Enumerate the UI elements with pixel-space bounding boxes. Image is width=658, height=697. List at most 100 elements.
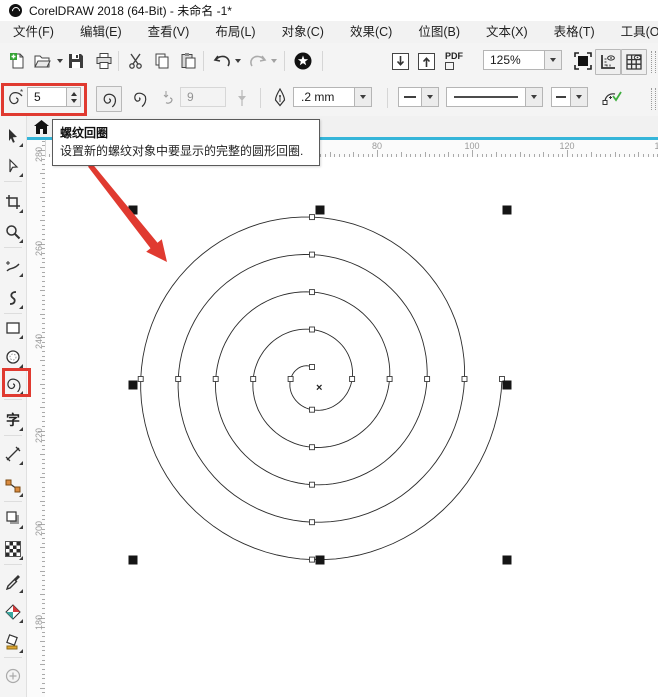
show-grid-button[interactable] <box>621 49 647 75</box>
menu-item-3[interactable]: 查看(V) <box>135 21 203 43</box>
curve-node[interactable] <box>310 482 315 487</box>
pick-tool[interactable] <box>2 124 24 148</box>
curve-node[interactable] <box>310 520 315 525</box>
spiral-expansion-slider[interactable] <box>230 86 254 110</box>
curve-node[interactable] <box>138 377 143 382</box>
menu-item-4[interactable]: 布局(L) <box>202 21 268 43</box>
search-content-button[interactable] <box>291 49 315 73</box>
line-style-dropdown[interactable] <box>526 87 543 107</box>
zoom-level-combo[interactable]: 125% <box>483 50 545 70</box>
curve-node[interactable] <box>213 377 218 382</box>
artistic-media-tool[interactable] <box>2 286 24 310</box>
curve-node[interactable] <box>310 215 315 220</box>
open-button[interactable] <box>30 49 54 73</box>
save-button[interactable] <box>64 49 88 73</box>
undo-dropdown[interactable] <box>231 49 244 73</box>
outline-width-combo[interactable]: .2 mm <box>293 87 355 107</box>
curve-node[interactable] <box>310 557 315 562</box>
spiral-expansion-input[interactable]: 9 <box>180 87 226 107</box>
copy-button[interactable] <box>150 49 174 73</box>
propbar-grip[interactable] <box>651 88 656 110</box>
menu-item-1[interactable]: 文件(F) <box>0 21 67 43</box>
end-arrowhead-selector[interactable] <box>551 87 571 107</box>
curve-node[interactable] <box>310 327 315 332</box>
curve-node[interactable] <box>310 407 315 412</box>
pick-tool-icon <box>5 128 21 144</box>
drop-shadow-tool-icon <box>5 510 21 526</box>
zoom-tool[interactable] <box>2 220 24 244</box>
spiral-revolutions-input[interactable]: 5 <box>27 87 67 107</box>
selection-handle[interactable] <box>316 556 325 565</box>
add-tools-button[interactable] <box>2 664 24 688</box>
curve-node[interactable] <box>310 290 315 295</box>
zoom-level-dropdown[interactable] <box>545 50 562 70</box>
snap-settings-button[interactable] <box>600 86 624 110</box>
toolbox-separator <box>4 399 22 400</box>
spiral-tool[interactable] <box>2 372 24 396</box>
freehand-tool[interactable] <box>2 254 24 278</box>
curve-node[interactable] <box>387 377 392 382</box>
selection-handle[interactable] <box>503 381 512 390</box>
menu-item-2[interactable]: 编辑(E) <box>67 21 135 43</box>
curve-node[interactable] <box>462 377 467 382</box>
selection-handle[interactable] <box>503 206 512 215</box>
spiral-revolutions-stepper[interactable] <box>67 87 81 107</box>
menu-item-9[interactable]: 表格(T) <box>541 21 608 43</box>
menu-item-6[interactable]: 效果(C) <box>337 21 405 43</box>
menu-item-8[interactable]: 文本(X) <box>473 21 541 43</box>
curve-node[interactable] <box>425 377 430 382</box>
redo-dropdown[interactable] <box>267 49 280 73</box>
publish-pdf-button[interactable]: PDF <box>440 49 468 73</box>
crop-tool[interactable] <box>2 190 24 214</box>
vertical-ruler[interactable]: 280260240220200180 <box>26 140 46 697</box>
start-arrowhead-selector[interactable] <box>398 87 422 107</box>
interactive-fill-tool-icon <box>5 604 21 620</box>
ellipse-tool[interactable] <box>2 345 24 369</box>
curve-node[interactable] <box>310 252 315 257</box>
smart-fill-tool[interactable] <box>2 630 24 654</box>
menu-item-10[interactable]: 工具(O) <box>608 21 658 43</box>
show-rulers-button[interactable] <box>595 49 621 75</box>
cut-button[interactable] <box>124 49 148 73</box>
curve-node[interactable] <box>176 377 181 382</box>
end-arrowhead-dropdown[interactable] <box>571 87 588 107</box>
flyout-indicator <box>19 556 23 560</box>
drawing-canvas[interactable]: × <box>45 157 658 697</box>
shape-tool[interactable] <box>2 154 24 178</box>
toolbar-grip[interactable] <box>651 51 656 73</box>
print-button[interactable] <box>92 49 116 73</box>
symmetric-spiral-button[interactable] <box>96 86 122 112</box>
transparency-tool[interactable] <box>2 537 24 561</box>
curve-node[interactable] <box>310 445 315 450</box>
curve-node[interactable] <box>251 377 256 382</box>
curve-node[interactable] <box>288 377 293 382</box>
selection-handle[interactable] <box>316 206 325 215</box>
selection-handle[interactable] <box>129 381 138 390</box>
connector-tool[interactable] <box>2 474 24 498</box>
import-button[interactable] <box>388 49 412 73</box>
selection-center-mark[interactable]: × <box>316 382 322 394</box>
rectangle-tool[interactable] <box>2 316 24 340</box>
fullscreen-preview-button[interactable] <box>571 49 595 73</box>
line-style-selector[interactable] <box>446 87 526 107</box>
dimension-tool[interactable] <box>2 442 24 466</box>
drop-shadow-tool[interactable] <box>2 506 24 530</box>
menu-item-7[interactable]: 位图(B) <box>405 21 473 43</box>
paste-button[interactable] <box>176 49 200 73</box>
welcome-screen-tab[interactable] <box>30 118 52 136</box>
color-eyedropper-tool[interactable] <box>2 570 24 594</box>
toolbox: 字 <box>0 116 27 697</box>
curve-node[interactable] <box>350 377 355 382</box>
new-document-button[interactable] <box>6 49 30 73</box>
title-bar: CorelDRAW 2018 (64-Bit) - 未命名 -1* <box>0 0 658 22</box>
menu-item-5[interactable]: 对象(C) <box>269 21 337 43</box>
text-tool[interactable]: 字 <box>2 408 24 432</box>
start-arrowhead-dropdown[interactable] <box>422 87 439 107</box>
export-button[interactable] <box>414 49 438 73</box>
interactive-fill-tool[interactable] <box>2 600 24 624</box>
curve-node[interactable] <box>310 365 315 370</box>
selection-handle[interactable] <box>503 556 512 565</box>
outline-width-dropdown[interactable] <box>355 87 372 107</box>
selection-handle[interactable] <box>129 556 138 565</box>
logarithmic-spiral-button[interactable] <box>126 86 150 110</box>
